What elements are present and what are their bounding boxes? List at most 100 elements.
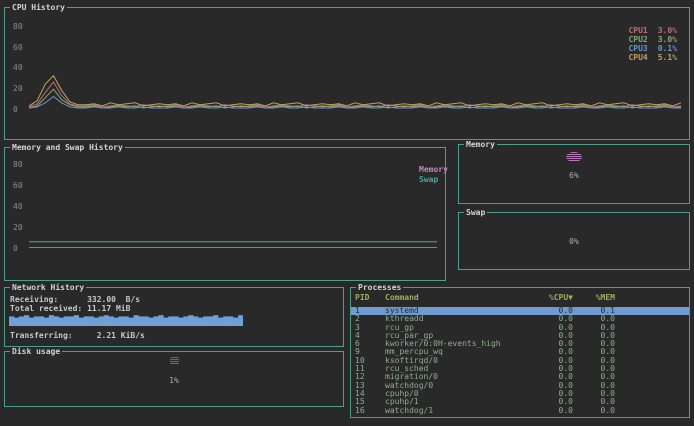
process-row[interactable]: 10 ksoftirqd/0 0.0 0.0 <box>351 357 689 365</box>
cpu-legend-item: CPU3 0.1% <box>628 44 677 53</box>
sparkline-bar <box>153 316 159 326</box>
cpu-legend-item: CPU1 3.0% <box>628 26 677 35</box>
process-cpu: 0.0 <box>558 381 573 390</box>
process-pid: 15 <box>355 398 365 407</box>
sparkline-bar <box>128 317 134 326</box>
processes-header: PID Command %CPU▼ %MEM <box>351 293 689 302</box>
cpu-legend: CPU1 3.0% CPU2 3.0% CPU3 0.1% CPU4 5.1% <box>628 26 677 62</box>
sparkline-bar <box>33 316 40 326</box>
process-mem: 0.0 <box>600 323 615 332</box>
process-pid: 9 <box>355 348 360 357</box>
sparkline-bar <box>123 316 129 326</box>
process-row[interactable]: 3 rcu_gp 0.0 0.0 <box>351 324 689 332</box>
process-mem: 0.0 <box>600 373 615 382</box>
sparkline-bar <box>9 316 15 326</box>
sparkline-bar <box>178 317 184 326</box>
disk-gauge-icon <box>169 357 179 365</box>
process-cmd: rcu_sched <box>385 365 429 374</box>
sparkline-bar <box>103 315 109 326</box>
y-tick-label: 0 <box>13 105 18 114</box>
column-pid[interactable]: PID <box>355 293 385 302</box>
process-pid: 11 <box>355 365 365 374</box>
sparkline-bar <box>193 316 199 326</box>
y-tick-label: 80 <box>13 160 23 169</box>
swap-panel: Swap 0% <box>458 208 690 270</box>
column-cpu[interactable]: %CPU▼ <box>535 293 573 302</box>
memory-gauge-wrap <box>459 152 689 164</box>
network-received-sparkline <box>9 315 243 326</box>
process-cpu: 0.0 <box>558 315 573 324</box>
process-mem: 0.0 <box>600 315 615 324</box>
process-mem: 0.0 <box>600 381 615 390</box>
sparkline-bar <box>108 316 114 326</box>
y-tick-label: 80 <box>13 21 23 31</box>
process-row[interactable]: 12 migration/0 0.0 0.0 <box>351 373 689 381</box>
process-row[interactable]: 9 mm_percpu_wq 0.0 0.0 <box>351 348 689 356</box>
sparkline-bar <box>138 316 144 326</box>
disk-gauge-wrap <box>5 357 343 367</box>
y-tick-label: 20 <box>13 84 23 94</box>
process-row[interactable]: 2 kthreadd 0.0 0.0 <box>351 315 689 323</box>
memory-swap-chart <box>29 241 437 248</box>
memory-percent: 6% <box>569 171 579 180</box>
sparkline-bar <box>28 317 35 326</box>
process-cpu: 0.0 <box>558 331 573 340</box>
cpu-legend-item: CPU4 5.1% <box>628 53 677 62</box>
sparkline-bar <box>228 316 234 326</box>
sparkline-bar <box>163 317 169 326</box>
y-tick-label: 0 <box>13 244 18 253</box>
process-pid: 10 <box>355 356 365 365</box>
process-row[interactable]: 6 kworker/0:0H-events_high 0.0 0.0 <box>351 340 689 348</box>
sparkline-bar <box>143 316 149 326</box>
swap-title: Swap <box>464 208 488 217</box>
process-mem: 0.0 <box>600 331 615 340</box>
process-row[interactable]: 11 rcu_sched 0.0 0.0 <box>351 365 689 373</box>
process-row[interactable]: 15 cpuhp/1 0.0 0.0 <box>351 398 689 406</box>
sparkline-bar <box>148 317 154 326</box>
memory-legend-label: Memory <box>419 165 448 174</box>
process-row[interactable]: 13 watchdog/0 0.0 0.0 <box>351 382 689 390</box>
process-row[interactable]: 16 watchdog/1 0.0 0.0 <box>351 407 689 415</box>
process-cmd: migration/0 <box>385 373 438 382</box>
sparkline-bar <box>88 316 94 326</box>
process-row[interactable]: 14 cpuhp/0 0.0 0.0 <box>351 390 689 398</box>
sparkline-bar <box>98 316 104 326</box>
memory-swap-history-panel: Memory and Swap History 0 20 40 60 80 Memory… <box>4 143 448 281</box>
process-list: 1 systemd 0.0 0.1 2 kthreadd 0.0 0.0 3 rcu_gp 0.0 0… <box>351 307 689 415</box>
process-mem: 0.0 <box>600 365 615 374</box>
disk-usage-panel: Disk usage 1% <box>4 347 344 407</box>
sparkline-bar <box>183 316 189 326</box>
y-tick-label: 40 <box>13 63 23 73</box>
process-cpu: 0.0 <box>558 389 573 398</box>
sparkline-bar <box>118 316 124 326</box>
network-history-title: Network History <box>10 283 87 292</box>
process-cpu: 0.0 <box>558 365 573 374</box>
sparkline-bar <box>63 316 70 326</box>
sparkline-bar <box>68 316 75 326</box>
process-row[interactable]: 1 systemd 0.0 0.1 <box>351 307 689 316</box>
sparkline-bar <box>168 316 174 326</box>
column-command[interactable]: Command <box>385 293 535 302</box>
sparkline-bar <box>83 316 89 326</box>
disk-usage-title: Disk usage <box>10 347 63 356</box>
sparkline-bar <box>23 315 30 326</box>
sparkline-bar <box>158 315 164 326</box>
cpu-history-panel: CPU History 0 20 40 60 80 CPU1 3.0% CPU2 3.0% CP… <box>4 3 690 140</box>
swap-percent: 0% <box>569 237 579 246</box>
process-pid: 16 <box>355 406 365 415</box>
process-pid: 14 <box>355 389 365 398</box>
process-mem: 0.0 <box>600 389 615 398</box>
sparkline-bar <box>208 316 214 326</box>
process-row[interactable]: 4 rcu_par_gp 0.0 0.0 <box>351 332 689 340</box>
process-pid: 1 <box>355 307 360 315</box>
process-cmd: ksoftirqd/0 <box>385 356 438 365</box>
system-monitor-screen: CPU History 0 20 40 60 80 CPU1 3.0% CPU2 3.0% CP… <box>0 0 694 426</box>
process-mem: 0.0 <box>600 340 615 349</box>
cpu-legend-value: 3.0% <box>657 35 677 44</box>
network-receiving-row: Receiving: 332.00 B/s <box>10 295 141 304</box>
sparkline-bar <box>233 317 239 326</box>
column-mem[interactable]: %MEM <box>573 293 615 302</box>
process-pid: 2 <box>355 315 360 324</box>
process-cmd: kworker/0:0H-events_high <box>385 340 501 349</box>
sparkline-bar <box>188 315 194 326</box>
